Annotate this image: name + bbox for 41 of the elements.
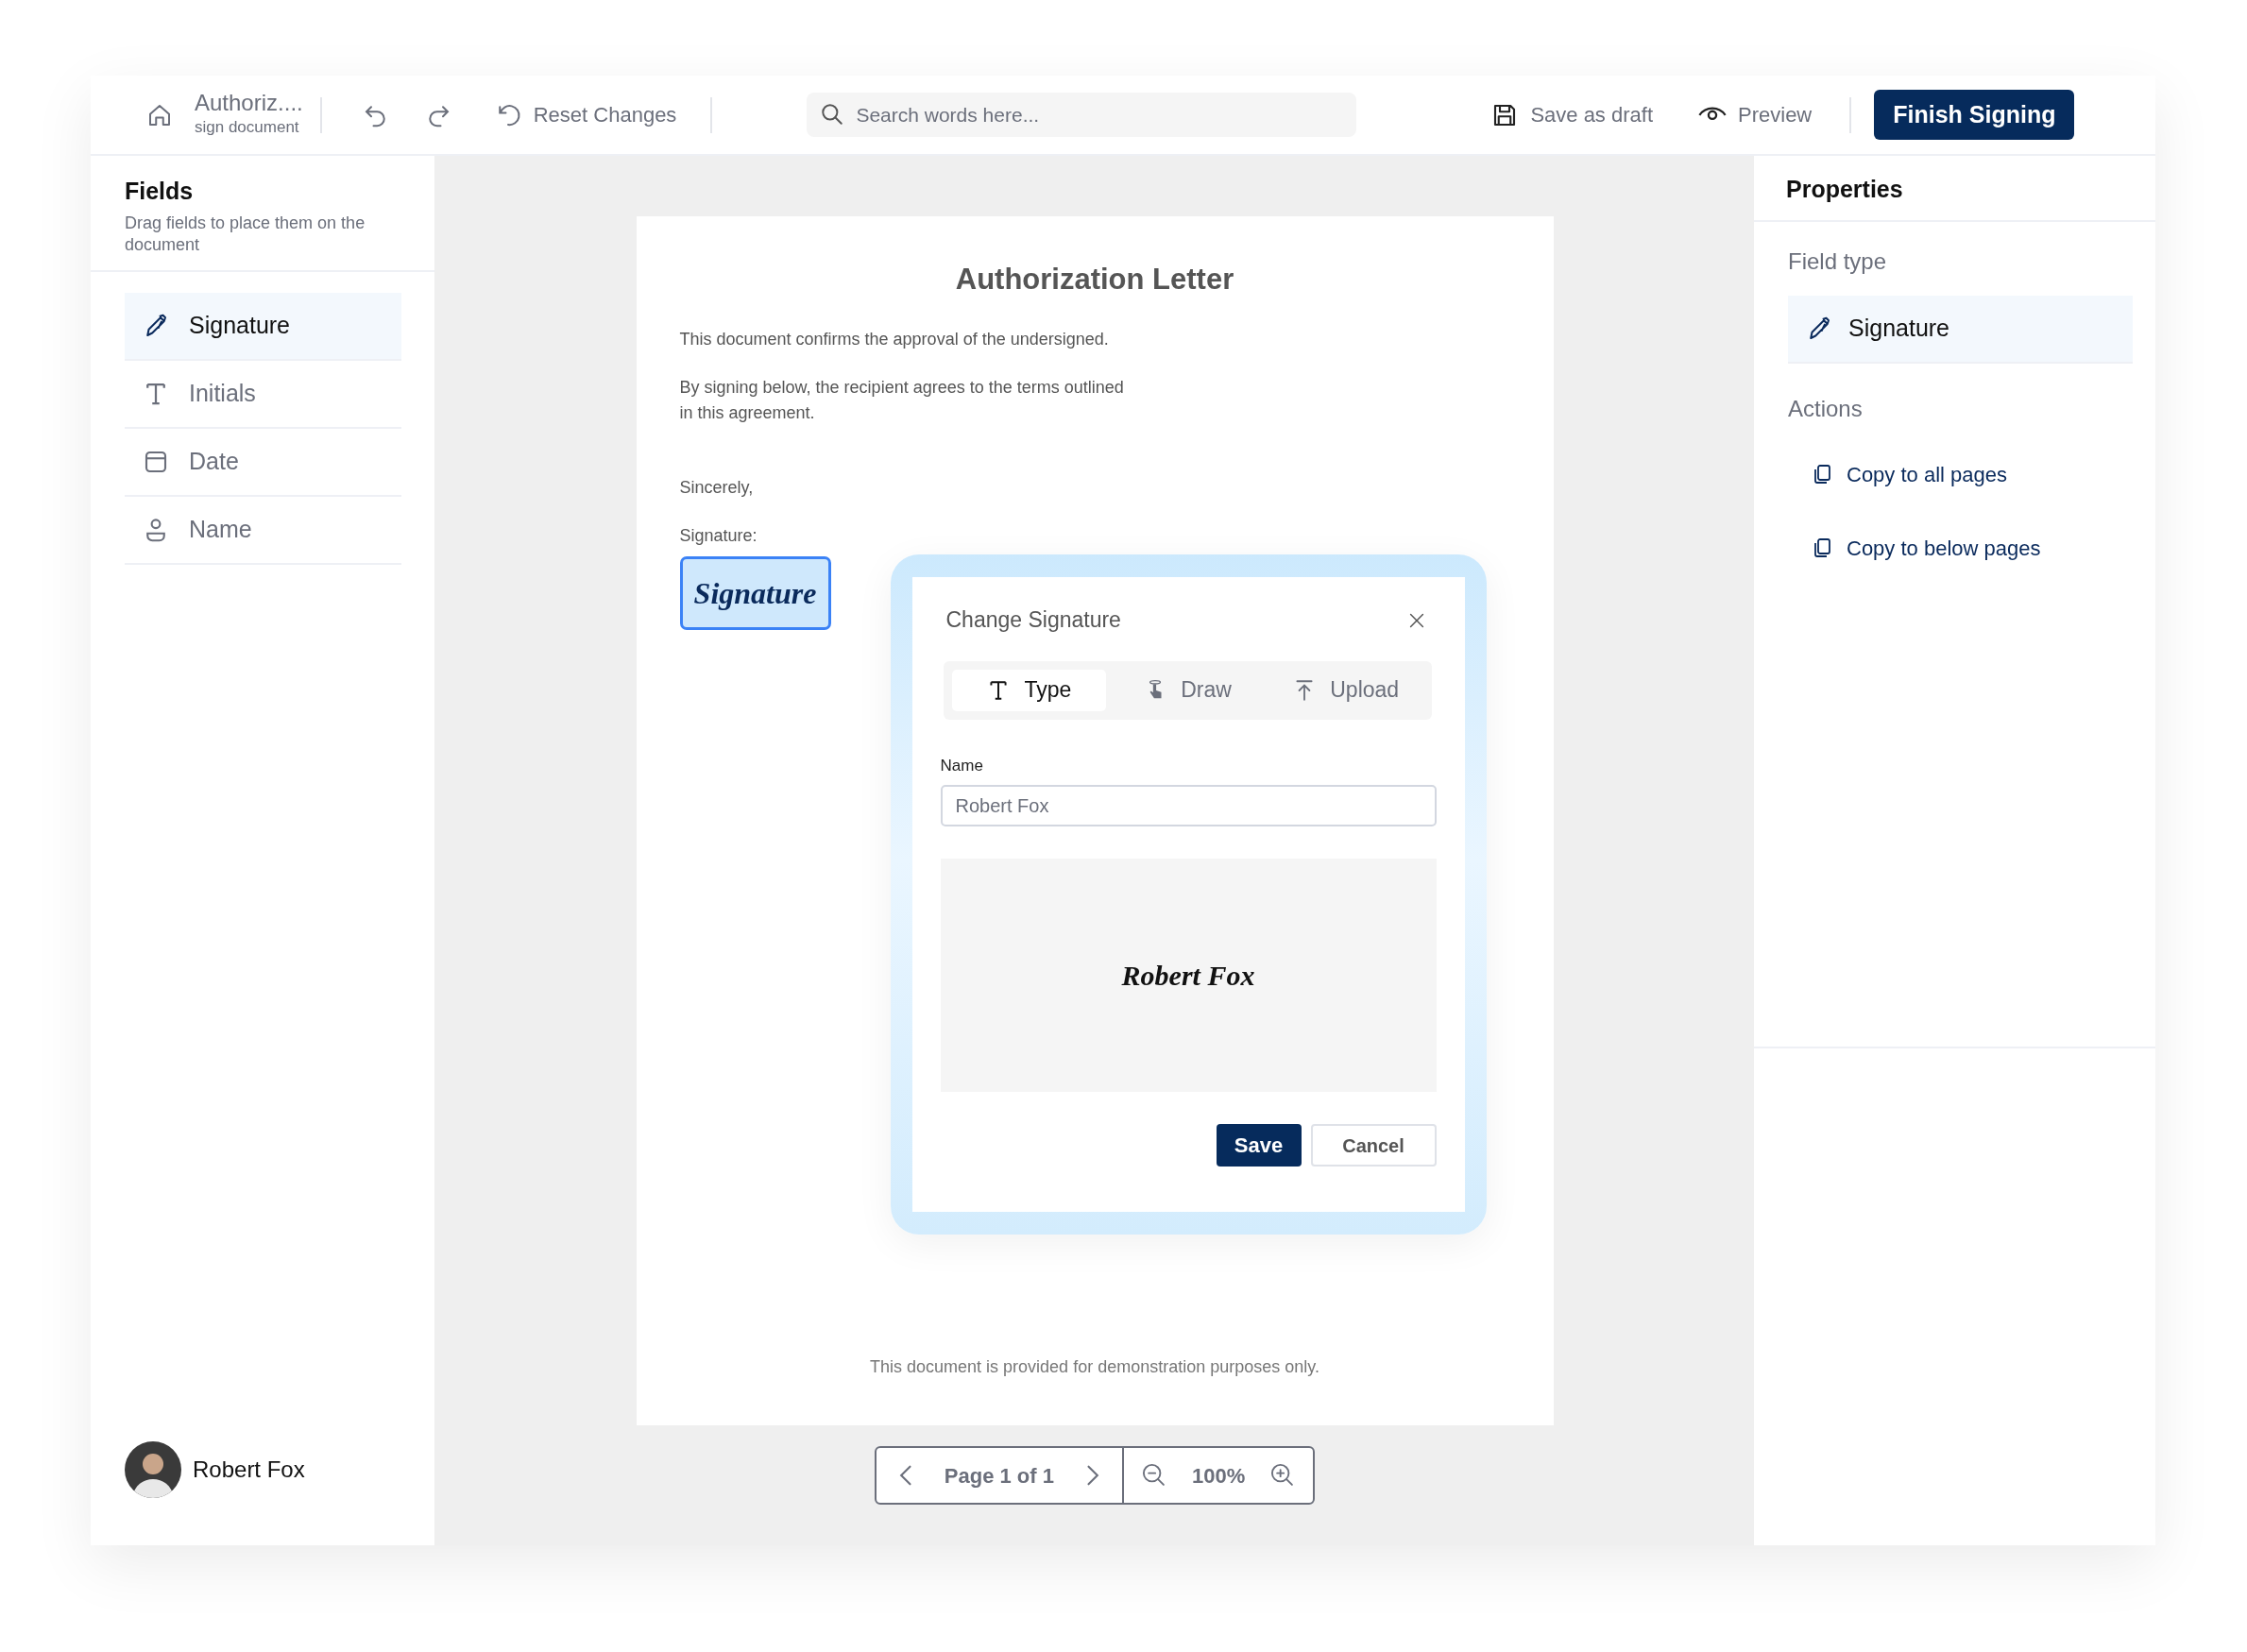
document-subtitle: sign document (195, 116, 300, 138)
document-heading: Authorization Letter (954, 262, 1235, 298)
section-label: Actions (1788, 395, 1864, 423)
panel-title: Properties (1754, 156, 2155, 222)
field-item[interactable]: Date (125, 428, 401, 497)
search-field[interactable]: Search words here... (807, 93, 1357, 137)
reset-changes-button[interactable]: Reset Changes (493, 99, 677, 130)
cancel-button[interactable]: Cancel (1310, 1124, 1437, 1167)
field-type-item: Signature (1788, 296, 2133, 364)
action-link[interactable]: Copy to all pages (1811, 449, 2155, 500)
field-item[interactable]: Signature (125, 292, 401, 361)
avatar (125, 1441, 181, 1498)
field-item[interactable]: Initials (125, 360, 401, 429)
document-paragraph: This document confirms the approval of the undersigned. (679, 329, 1110, 351)
zoom-out-button[interactable] (1140, 1462, 1167, 1489)
tab[interactable]: Type (951, 669, 1107, 711)
action-link[interactable]: Copy to below pages (1811, 522, 2155, 573)
tab[interactable]: Upload (1268, 669, 1423, 711)
name-input[interactable]: Robert Fox (940, 785, 1437, 826)
panel-title: Fields (125, 177, 195, 205)
save-as-draft-button[interactable]: Save as draft (1490, 99, 1653, 130)
finish-signing-button[interactable]: Finish Signing (1874, 89, 2075, 141)
zoom-out-icon (1140, 1462, 1167, 1489)
signature-field[interactable]: Signature (679, 556, 831, 631)
user-name: Robert Fox (193, 1456, 305, 1484)
signature-label: Signature: (679, 525, 758, 548)
document-title: Authoriz.... (195, 90, 303, 115)
save-button[interactable]: Save (1216, 1124, 1302, 1167)
document-paragraph: By signing below, the recipient agrees to the terms outlined in this agreement. (679, 377, 1125, 425)
panel-hint: Drag fields to place them on the document (125, 213, 366, 257)
field-item[interactable]: Name (125, 496, 401, 565)
dialog-title: Change Signature (945, 606, 1121, 634)
page-indicator: Page 1 of 1 (944, 1462, 1054, 1490)
closing-text: Sincerely, (679, 477, 755, 500)
field-label: Name (940, 755, 984, 776)
zoom-level: 100% (1191, 1462, 1246, 1490)
section-label: Field type (1788, 247, 1888, 276)
tab[interactable]: Draw (1110, 669, 1265, 711)
preview-button[interactable]: Preview (1698, 99, 1813, 130)
document-footer: This document is provided for demonstration purposes only. (679, 1354, 1510, 1425)
signature-preview: Robert Fox (940, 859, 1437, 1092)
